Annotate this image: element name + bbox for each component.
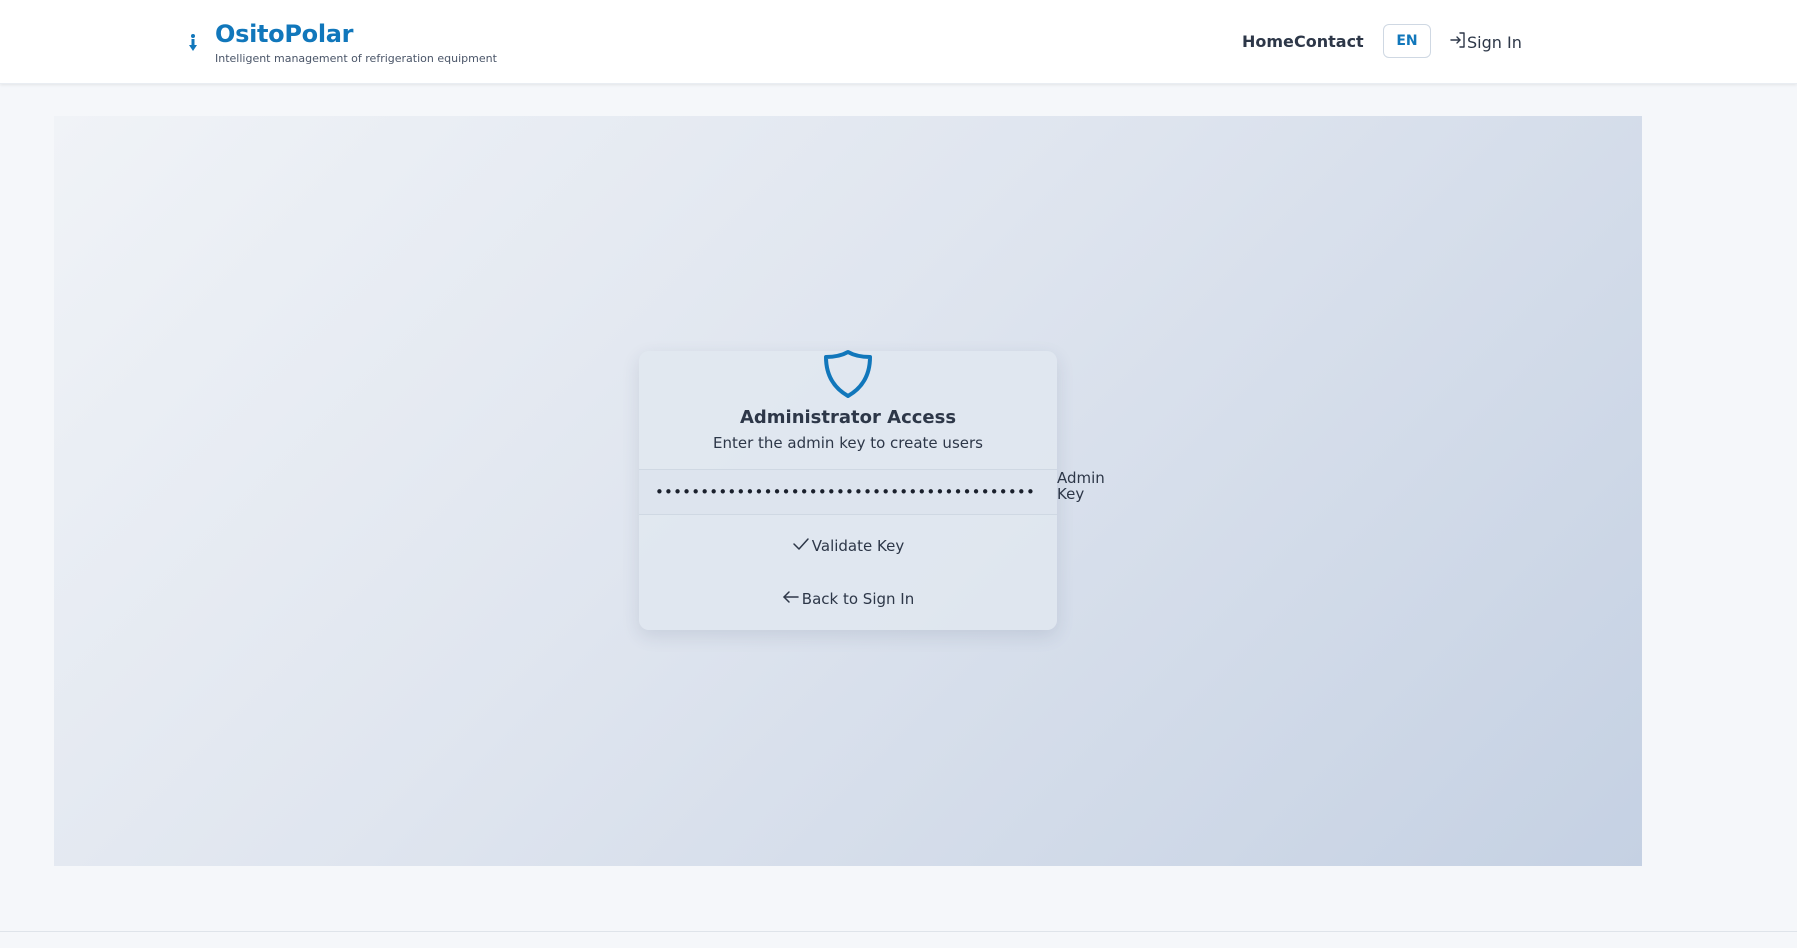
admin-key-label: Admin Key: [1057, 469, 1105, 503]
brand-subtitle: Intelligent management of refrigeration …: [215, 52, 497, 65]
back-to-sign-in-button[interactable]: Back to Sign In: [639, 584, 1057, 614]
card-title: Administrator Access: [739, 407, 957, 428]
shield-icon: [822, 349, 874, 399]
validate-key-button[interactable]: Validate Key: [639, 531, 1057, 561]
card-subtitle: Enter the admin key to create users: [713, 434, 983, 452]
check-icon: [792, 535, 810, 557]
brand-title[interactable]: OsitoPolar: [215, 20, 354, 48]
thermometer-icon: [186, 32, 200, 52]
admin-access-card: Administrator Access Enter the admin key…: [639, 349, 1057, 630]
admin-key-input[interactable]: [639, 469, 1057, 515]
sign-in-link[interactable]: Sign In: [1449, 31, 1522, 53]
footer-divider: [0, 931, 1797, 932]
nav-home-link[interactable]: Home: [1242, 32, 1294, 51]
login-icon: [1449, 31, 1467, 53]
back-to-sign-in-label: Back to Sign In: [801, 590, 915, 608]
nav-contact-link[interactable]: Contact: [1294, 32, 1364, 51]
arrow-left-icon: [782, 588, 800, 610]
top-header: OsitoPolar Intelligent management of ref…: [0, 0, 1797, 84]
language-button[interactable]: EN: [1383, 24, 1431, 58]
sign-in-label: Sign In: [1467, 32, 1522, 52]
validate-key-label: Validate Key: [811, 537, 905, 555]
